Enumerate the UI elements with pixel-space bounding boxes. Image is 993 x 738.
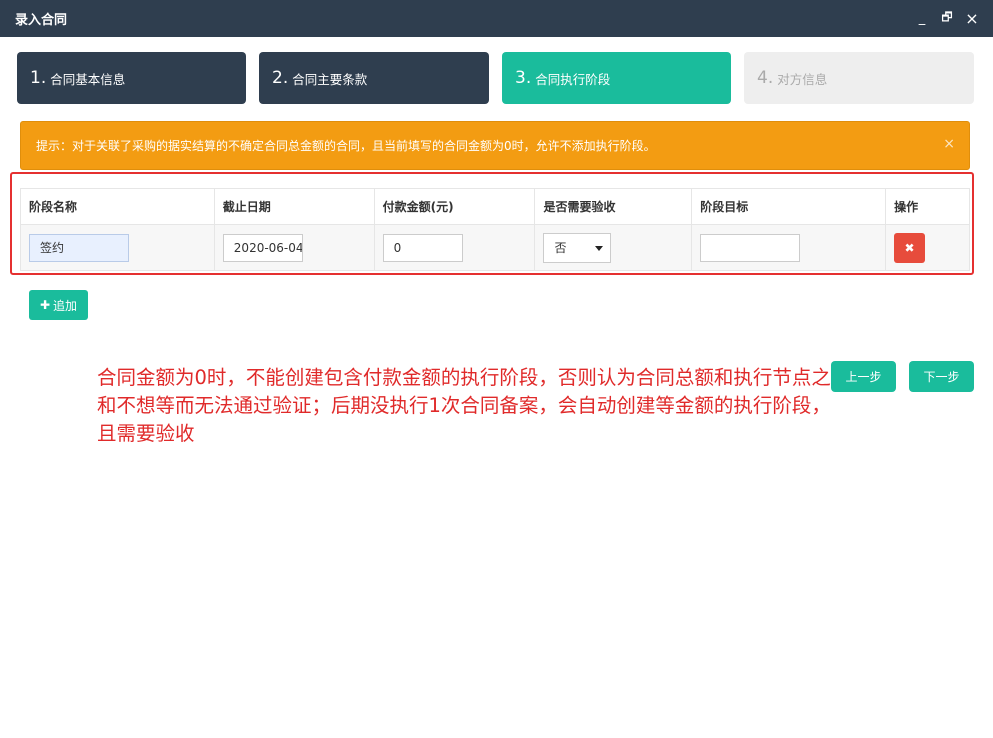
deadline-date-input[interactable]: 2020-06-04 bbox=[222, 233, 303, 262]
add-stage-button[interactable]: ✚ 追加 bbox=[29, 290, 88, 320]
step-label: 合同主要条款 bbox=[292, 71, 368, 87]
column-header: 阶段名称 bbox=[20, 188, 215, 225]
delete-row-button[interactable]: ✖ bbox=[894, 232, 926, 263]
amount-input[interactable]: 0 bbox=[382, 233, 463, 262]
step-label: 合同基本信息 bbox=[50, 71, 126, 87]
step-label: 对方信息 bbox=[777, 71, 828, 87]
step-number: 1. bbox=[30, 68, 47, 88]
step-number: 4. bbox=[757, 68, 774, 88]
column-header: 操作 bbox=[885, 188, 970, 225]
step-counterparty-info: 4. 对方信息 bbox=[744, 52, 974, 104]
window-title: 录入合同 bbox=[15, 13, 68, 28]
step-basic-info[interactable]: 1. 合同基本信息 bbox=[17, 52, 246, 104]
stage-goal-input[interactable] bbox=[700, 233, 801, 262]
caret-down-icon bbox=[595, 245, 604, 251]
step-number: 3. bbox=[515, 68, 532, 88]
column-header: 阶段目标 bbox=[691, 188, 887, 225]
next-step-button[interactable]: 下一步 bbox=[909, 361, 974, 392]
need-accept-select[interactable]: 否 bbox=[543, 232, 612, 263]
add-button-label: 追加 bbox=[53, 298, 78, 313]
annotation-note: 合同金额为0时，不能创建包含付款金额的执行阶段，否则认为合同总额和执行节点之和不… bbox=[97, 366, 831, 445]
wizard-steps: 1. 合同基本信息 2. 合同主要条款 3. 合同执行阶段 4. 对方信息 bbox=[17, 52, 974, 104]
column-header: 是否需要验收 bbox=[534, 188, 693, 225]
select-value: 否 bbox=[554, 241, 567, 255]
column-header: 付款金额(元) bbox=[373, 188, 536, 225]
table-row: 签约 2020-06-04 0 否 ✖ bbox=[20, 224, 970, 271]
plus-icon: ✚ bbox=[39, 298, 51, 312]
restore-icon[interactable]: 🗗 bbox=[935, 0, 959, 37]
table-header-row: 阶段名称 截止日期 付款金额(元) 是否需要验收 阶段目标 操作 bbox=[20, 188, 970, 225]
step-execution-stages[interactable]: 3. 合同执行阶段 bbox=[502, 52, 731, 104]
prev-step-button[interactable]: 上一步 bbox=[831, 361, 896, 392]
delete-icon: ✖ bbox=[904, 240, 915, 255]
step-number: 2. bbox=[272, 68, 289, 88]
stages-table: 阶段名称 截止日期 付款金额(元) 是否需要验收 阶段目标 操作 签约 2020… bbox=[20, 188, 970, 271]
stage-name-input[interactable]: 签约 bbox=[29, 233, 129, 262]
step-label: 合同执行阶段 bbox=[535, 71, 611, 87]
alert-close-icon[interactable]: × bbox=[943, 136, 955, 152]
alert-text: 提示：对于关联了采购的据实结算的不确定合同总金额的合同，且当前填写的合同金额为0… bbox=[36, 139, 656, 153]
close-icon[interactable]: × bbox=[960, 0, 984, 37]
column-header: 截止日期 bbox=[213, 188, 375, 225]
step-main-terms[interactable]: 2. 合同主要条款 bbox=[259, 52, 489, 104]
window-titlebar: 录入合同 bbox=[0, 0, 993, 37]
hint-alert: 提示：对于关联了采购的据实结算的不确定合同总金额的合同，且当前填写的合同金额为0… bbox=[20, 121, 970, 170]
minimize-icon[interactable]: _ bbox=[910, 0, 934, 37]
